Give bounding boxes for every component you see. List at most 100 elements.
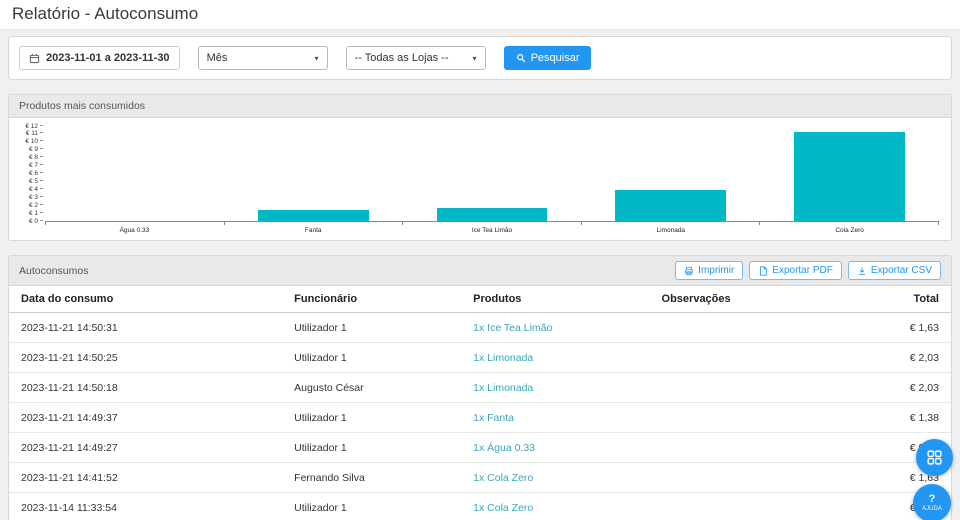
y-axis-tick-label: € 3 [29,194,43,201]
cell-observations [650,433,820,463]
cell-date: 2023-11-21 14:49:37 [9,403,282,433]
filter-bar: 2023-11-01 a 2023-11-30 Mês ▾ -- Todas a… [8,36,952,80]
table-row: 2023-11-21 14:50:18Augusto César1x Limon… [9,373,951,403]
apps-button[interactable] [916,439,953,476]
table-row: 2023-11-21 14:49:37Utilizador 11x Fanta €… [9,403,951,433]
cell-employee: Augusto César [282,373,461,403]
cell-date: 2023-11-14 11:33:54 [9,493,282,520]
export-pdf-button-label: Exportar PDF [772,265,833,276]
bar-slot [403,126,582,221]
bar[interactable] [258,210,369,221]
help-button[interactable]: ? AJUDA [913,484,951,520]
search-button[interactable]: Pesquisar [504,46,592,70]
table-row: 2023-11-21 14:50:31Utilizador 11x Ice Te… [9,313,951,343]
y-axis-tick-label: € 7 [29,162,43,169]
chart-panel-header: Produtos mais consumidos [9,95,951,118]
cell-total: € 1,63 [819,313,951,343]
col-header-date: Data do consumo [9,286,282,313]
store-select-value: -- Todas as Lojas -- [355,52,449,64]
table-row: 2023-11-14 11:33:54Utilizador 11x Cola Z… [9,493,951,520]
bar-slot [45,126,224,221]
chart-panel: Produtos mais consumidos € 0€ 1€ 2€ 3€ 4… [8,94,952,241]
col-header-products: Produtos [461,286,649,313]
x-axis-label: Fanta [224,225,403,234]
cell-products[interactable]: 1x Limonada [461,373,649,403]
cell-employee: Utilizador 1 [282,313,461,343]
cell-products[interactable]: 1x Cola Zero [461,493,649,520]
y-axis-tick-label: € 9 [29,146,43,153]
export-csv-button[interactable]: Exportar CSV [848,261,941,280]
print-button-label: Imprimir [698,265,734,276]
period-select-value: Mês [207,52,228,64]
export-csv-button-label: Exportar CSV [871,265,932,276]
cell-observations [650,313,820,343]
cell-observations [650,403,820,433]
cell-total: € 1,38 [819,403,951,433]
table-row: 2023-11-21 14:49:27Utilizador 11x Água 0… [9,433,951,463]
table-header-row: Data do consumo Funcionário Produtos Obs… [9,286,951,313]
bar[interactable] [437,208,548,221]
x-axis-label: Ice Tea Limão [403,225,582,234]
cell-observations [650,463,820,493]
bar[interactable] [794,132,905,221]
bar-chart: € 0€ 1€ 2€ 3€ 4€ 5€ 6€ 7€ 8€ 9€ 10€ 11€ … [9,118,951,240]
grid-icon [926,449,943,466]
table-body: 2023-11-21 14:50:31Utilizador 11x Ice Te… [9,313,951,520]
y-axis-tick-label: € 8 [29,154,43,161]
table-row: 2023-11-21 14:41:52Fernando Silva1x Cola… [9,463,951,493]
bar[interactable] [615,190,726,221]
chart-y-axis: € 0€ 1€ 2€ 3€ 4€ 5€ 6€ 7€ 8€ 9€ 10€ 11€ … [15,126,45,221]
search-button-label: Pesquisar [531,52,580,64]
cell-products[interactable]: 1x Limonada [461,343,649,373]
chart-x-axis-labels: Água 0.33FantaIce Tea LimãoLimonadaCola … [45,225,939,234]
y-axis-tick-label: € 0 [29,218,43,225]
period-select[interactable]: Mês ▾ [198,46,328,70]
autoconsumos-panel-header: Autoconsumos Imprimir Exportar PDF Expor… [9,256,951,286]
cell-employee: Fernando Silva [282,463,461,493]
question-icon: ? [929,494,936,505]
cell-employee: Utilizador 1 [282,403,461,433]
cell-observations [650,493,820,520]
x-axis-label: Cola Zero [760,225,939,234]
y-axis-tick-label: € 11 [26,130,43,137]
table-row: 2023-11-21 14:50:25Utilizador 11x Limona… [9,343,951,373]
calendar-icon [29,53,40,64]
bar-slot [581,126,760,221]
y-axis-tick-label: € 1 [29,210,43,217]
cell-products[interactable]: 1x Cola Zero [461,463,649,493]
autoconsumos-panel-title: Autoconsumos [19,265,88,277]
x-axis-label: Água 0.33 [45,225,224,234]
y-axis-tick-label: € 6 [29,170,43,177]
cell-employee: Utilizador 1 [282,343,461,373]
store-select[interactable]: -- Todas as Lojas -- ▾ [346,46,486,70]
autoconsumos-panel: Autoconsumos Imprimir Exportar PDF Expor… [8,255,952,520]
cell-employee: Utilizador 1 [282,433,461,463]
col-header-total: Total [819,286,951,313]
bar-slot [760,126,939,221]
cell-products[interactable]: 1x Ice Tea Limão [461,313,649,343]
download-icon [857,266,867,276]
chart-panel-title: Produtos mais consumidos [19,100,145,112]
cell-date: 2023-11-21 14:50:25 [9,343,282,373]
cell-total: € 2,03 [819,343,951,373]
y-axis-tick-label: € 5 [29,178,43,185]
cell-products[interactable]: 1x Água 0.33 [461,433,649,463]
export-pdf-button[interactable]: Exportar PDF [749,261,842,280]
help-button-label: AJUDA [922,505,942,513]
col-header-employee: Funcionário [282,286,461,313]
chevron-down-icon: ▾ [473,54,477,63]
cell-date: 2023-11-21 14:50:31 [9,313,282,343]
cell-observations [650,373,820,403]
chart-plot-area [45,126,939,222]
date-range-picker[interactable]: 2023-11-01 a 2023-11-30 [19,46,180,70]
cell-date: 2023-11-21 14:41:52 [9,463,282,493]
cell-products[interactable]: 1x Fanta [461,403,649,433]
page-header: Relatório - Autoconsumo [0,0,960,30]
y-axis-tick-label: € 2 [29,202,43,209]
cell-date: 2023-11-21 14:50:18 [9,373,282,403]
col-header-observations: Observações [650,286,820,313]
print-button[interactable]: Imprimir [675,261,743,280]
search-icon [516,53,526,63]
x-axis-label: Limonada [581,225,760,234]
y-axis-tick-label: € 4 [29,186,43,193]
